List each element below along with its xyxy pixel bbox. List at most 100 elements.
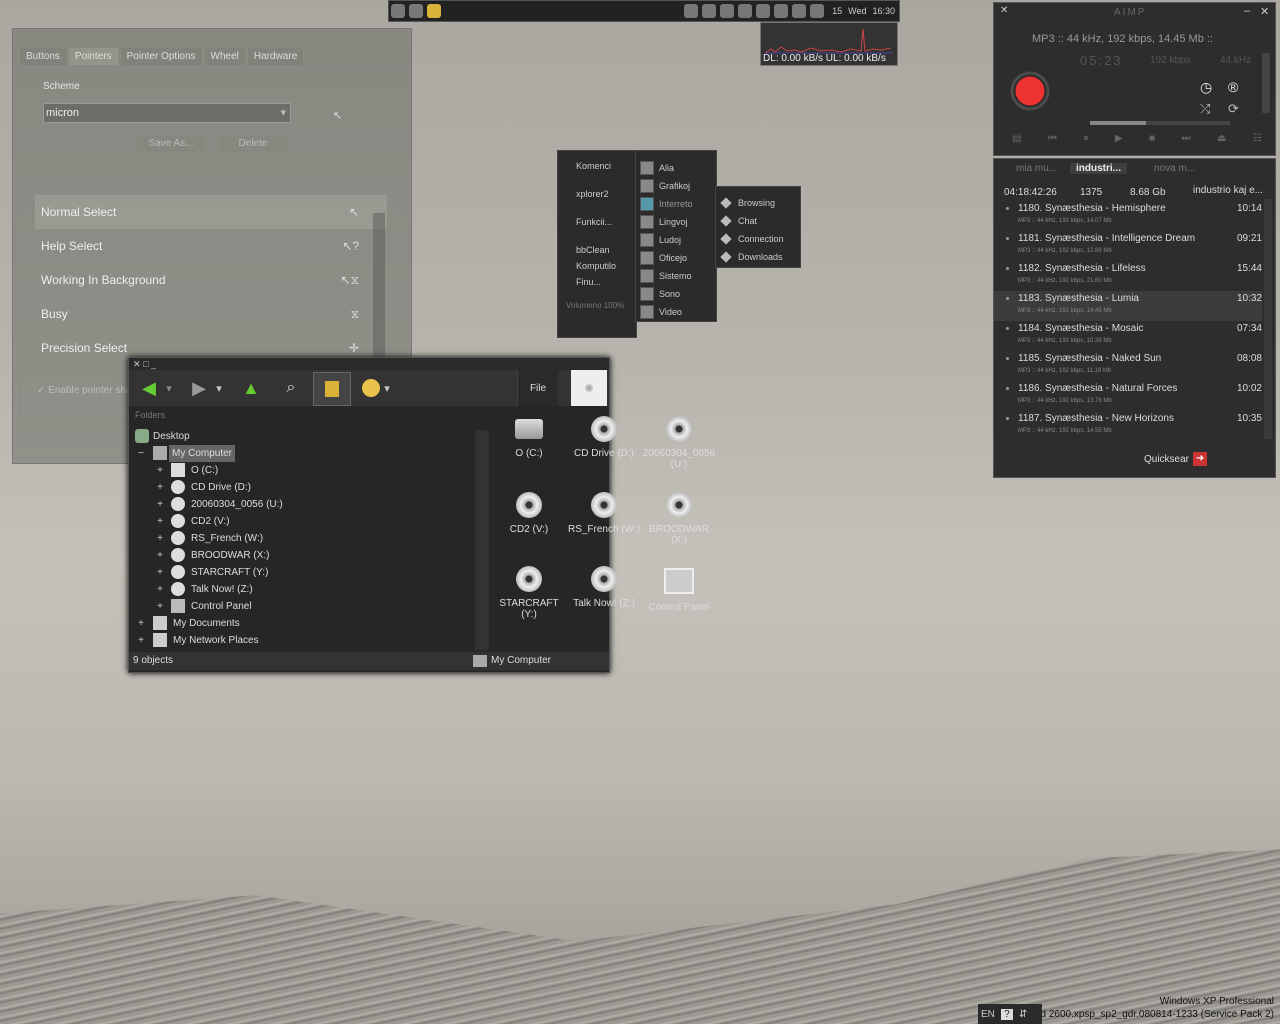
tray-icon[interactable] [702,4,717,18]
pointer-row[interactable]: Help Select ↖? [35,229,387,263]
save-as-button[interactable]: Save As... [135,135,207,153]
tree-item-network-places[interactable]: + My Network Places [129,632,475,649]
track-row[interactable]: 1182. Synæsthesia - Lifeless 15:44 MP3 :: … [994,261,1262,291]
playlist-toggle-icon[interactable]: ▤ [1012,133,1021,147]
menu-item-lingvoj[interactable]: Lingvoj [636,213,716,231]
playlist-tab[interactable]: mia mu... [1016,163,1057,174]
tree-item-drive[interactable]: +20060304_0056 (U:) [129,496,475,513]
menu-item-sistemo[interactable]: Sistemo [636,267,716,285]
menu-item-ludoj[interactable]: Ludoj [636,231,716,249]
menu-item-oficejo[interactable]: Oficejo [636,249,716,267]
menu-item-komenci[interactable]: Komenci [558,161,636,171]
previous-icon[interactable]: ⏮ [1048,133,1057,147]
close-icon[interactable]: ✕ [133,359,141,369]
windows-icon[interactable] [720,4,735,18]
track-row[interactable]: 1180. Synæsthesia - Hemisphere 10:14 MP3 :… [994,201,1262,231]
close-icon[interactable]: ✕ [1260,5,1269,18]
playlist-tab[interactable]: nova m... [1154,163,1195,174]
folder-icon[interactable] [756,4,771,18]
tree-item-drive[interactable]: + Talk Now! (Z:) [129,581,475,598]
quicksearch[interactable]: Quicksear ➜ [1144,451,1208,467]
views-button[interactable] [359,376,383,400]
tab-wheel[interactable]: Wheel [203,47,246,65]
language-indicator[interactable]: EN [981,1009,995,1020]
app-icon[interactable] [409,4,423,18]
usb-icon[interactable]: ⇵ [1019,1009,1027,1020]
scheme-select[interactable]: micron ▾ [43,103,291,123]
expand-icon[interactable]: + [155,530,165,547]
enable-shadow-checkbox[interactable]: ✓ Enable pointer sha [37,385,132,396]
expand-icon[interactable]: + [136,615,146,632]
drive-item[interactable]: BROODWAR (X:) [641,492,717,546]
expand-icon[interactable]: + [155,479,165,496]
playlist-tab-active[interactable]: industri... [1070,163,1127,174]
timer-icon[interactable]: ◷ [1200,79,1212,96]
aimp-logo-button[interactable] [1010,71,1050,111]
tree-item-drive[interactable]: + RS_French (W:) [129,530,475,547]
open-icon[interactable]: ⏏ [1217,133,1226,147]
views-dropdown[interactable]: ▾ [381,376,393,400]
volume-slider[interactable] [1262,53,1270,113]
tree-scrollbar[interactable] [475,430,489,650]
tree-item-drive[interactable]: + BROODWAR (X:) [129,547,475,564]
notes-icon[interactable] [427,4,441,18]
pointer-row[interactable]: Precision Select ✛ [35,331,387,355]
file-menu[interactable]: File [517,370,558,406]
drive-item[interactable]: Talk Now! (Z:) [566,566,642,609]
tree-item-my-computer[interactable]: − My Computer [129,445,475,462]
expand-icon[interactable]: + [155,581,165,598]
forward-button[interactable]: ▶ [187,376,211,400]
track-row[interactable]: 1184. Synæsthesia - Mosaic 07:34 MP3 :: 44… [994,321,1262,351]
menu-item-xplorer2[interactable]: xplorer2 [558,189,636,199]
drive-item[interactable]: 20060304_0056 (U:) [641,416,717,470]
menu-item-browsing[interactable]: Browsing [716,194,800,212]
app-icon[interactable] [391,4,405,18]
expand-icon[interactable]: + [155,513,165,530]
seek-bar[interactable] [1090,121,1230,125]
tree-item-drive[interactable]: + STARCRAFT (Y:) [129,564,475,581]
menu-item-funkcii[interactable]: Funkcii... [558,217,636,227]
back-dropdown[interactable]: ▾ [163,376,175,400]
search-button[interactable]: ⌕ [279,376,303,400]
track-row[interactable]: 1187. Synæsthesia - New Horizons 10:35 MP3… [994,411,1262,441]
expand-icon[interactable]: + [136,632,146,649]
globe-icon[interactable] [738,4,753,18]
delete-button[interactable]: Delete [217,135,289,153]
tree-item-drive[interactable]: + CD Drive (D:) [129,479,475,496]
tree-item-drive[interactable]: + O (C:) [129,462,475,479]
display-icon[interactable] [774,4,789,18]
expand-icon[interactable]: + [155,462,165,479]
next-icon[interactable]: ⏭ [1182,133,1191,147]
pointer-row[interactable]: Busy ⧖ [35,297,387,331]
volume-label[interactable]: Volumeno 100% [558,301,636,310]
folders-button[interactable] [313,372,351,406]
drive-item[interactable]: RS_French (W:) [566,492,642,535]
tree-item-control-panel[interactable]: + Control Panel [129,598,475,615]
menu-item-sono[interactable]: Sono [636,285,716,303]
track-row[interactable]: 1186. Synæsthesia - Natural Forces 10:02 M… [994,381,1262,411]
menu-item-video[interactable]: Video [636,303,716,321]
track-row[interactable]: 1185. Synæsthesia - Naked Sun 08:08 MP3 ::… [994,351,1262,381]
minimize-icon[interactable]: – [1244,5,1250,17]
pointer-row[interactable]: Working In Background ↖⧖ [35,263,387,297]
drive-item[interactable]: CD2 (V:) [491,492,567,535]
equalizer-icon[interactable]: ☷ [1253,133,1262,147]
tools-icon[interactable] [810,4,825,18]
menu-item-grafikoj[interactable]: Grafikoj [636,177,716,195]
menu-item-chat[interactable]: Chat [716,212,800,230]
playlist-scrollbar[interactable] [1264,199,1272,439]
repeat-icon[interactable]: ⟳ [1228,101,1239,117]
tab-pointers[interactable]: Pointers [67,47,119,65]
tab-hardware[interactable]: Hardware [246,47,305,65]
minimize-icon[interactable]: _ [151,359,156,369]
menu-item-interreto[interactable]: Interreto [636,195,716,213]
tree-item-desktop[interactable]: Desktop [129,428,475,445]
shuffle-icon[interactable]: ⤮ [1200,101,1210,117]
arrow-right-icon[interactable]: ➜ [1193,452,1208,466]
tab-pointer-options[interactable]: Pointer Options [119,47,203,65]
pause-icon[interactable]: ⏸ [1083,133,1088,147]
pointer-row[interactable]: Normal Select ↖ [35,195,387,229]
collapse-icon[interactable]: ✕ [1000,5,1008,16]
play-icon[interactable] [684,4,699,18]
back-button[interactable]: ◀ [137,376,161,400]
